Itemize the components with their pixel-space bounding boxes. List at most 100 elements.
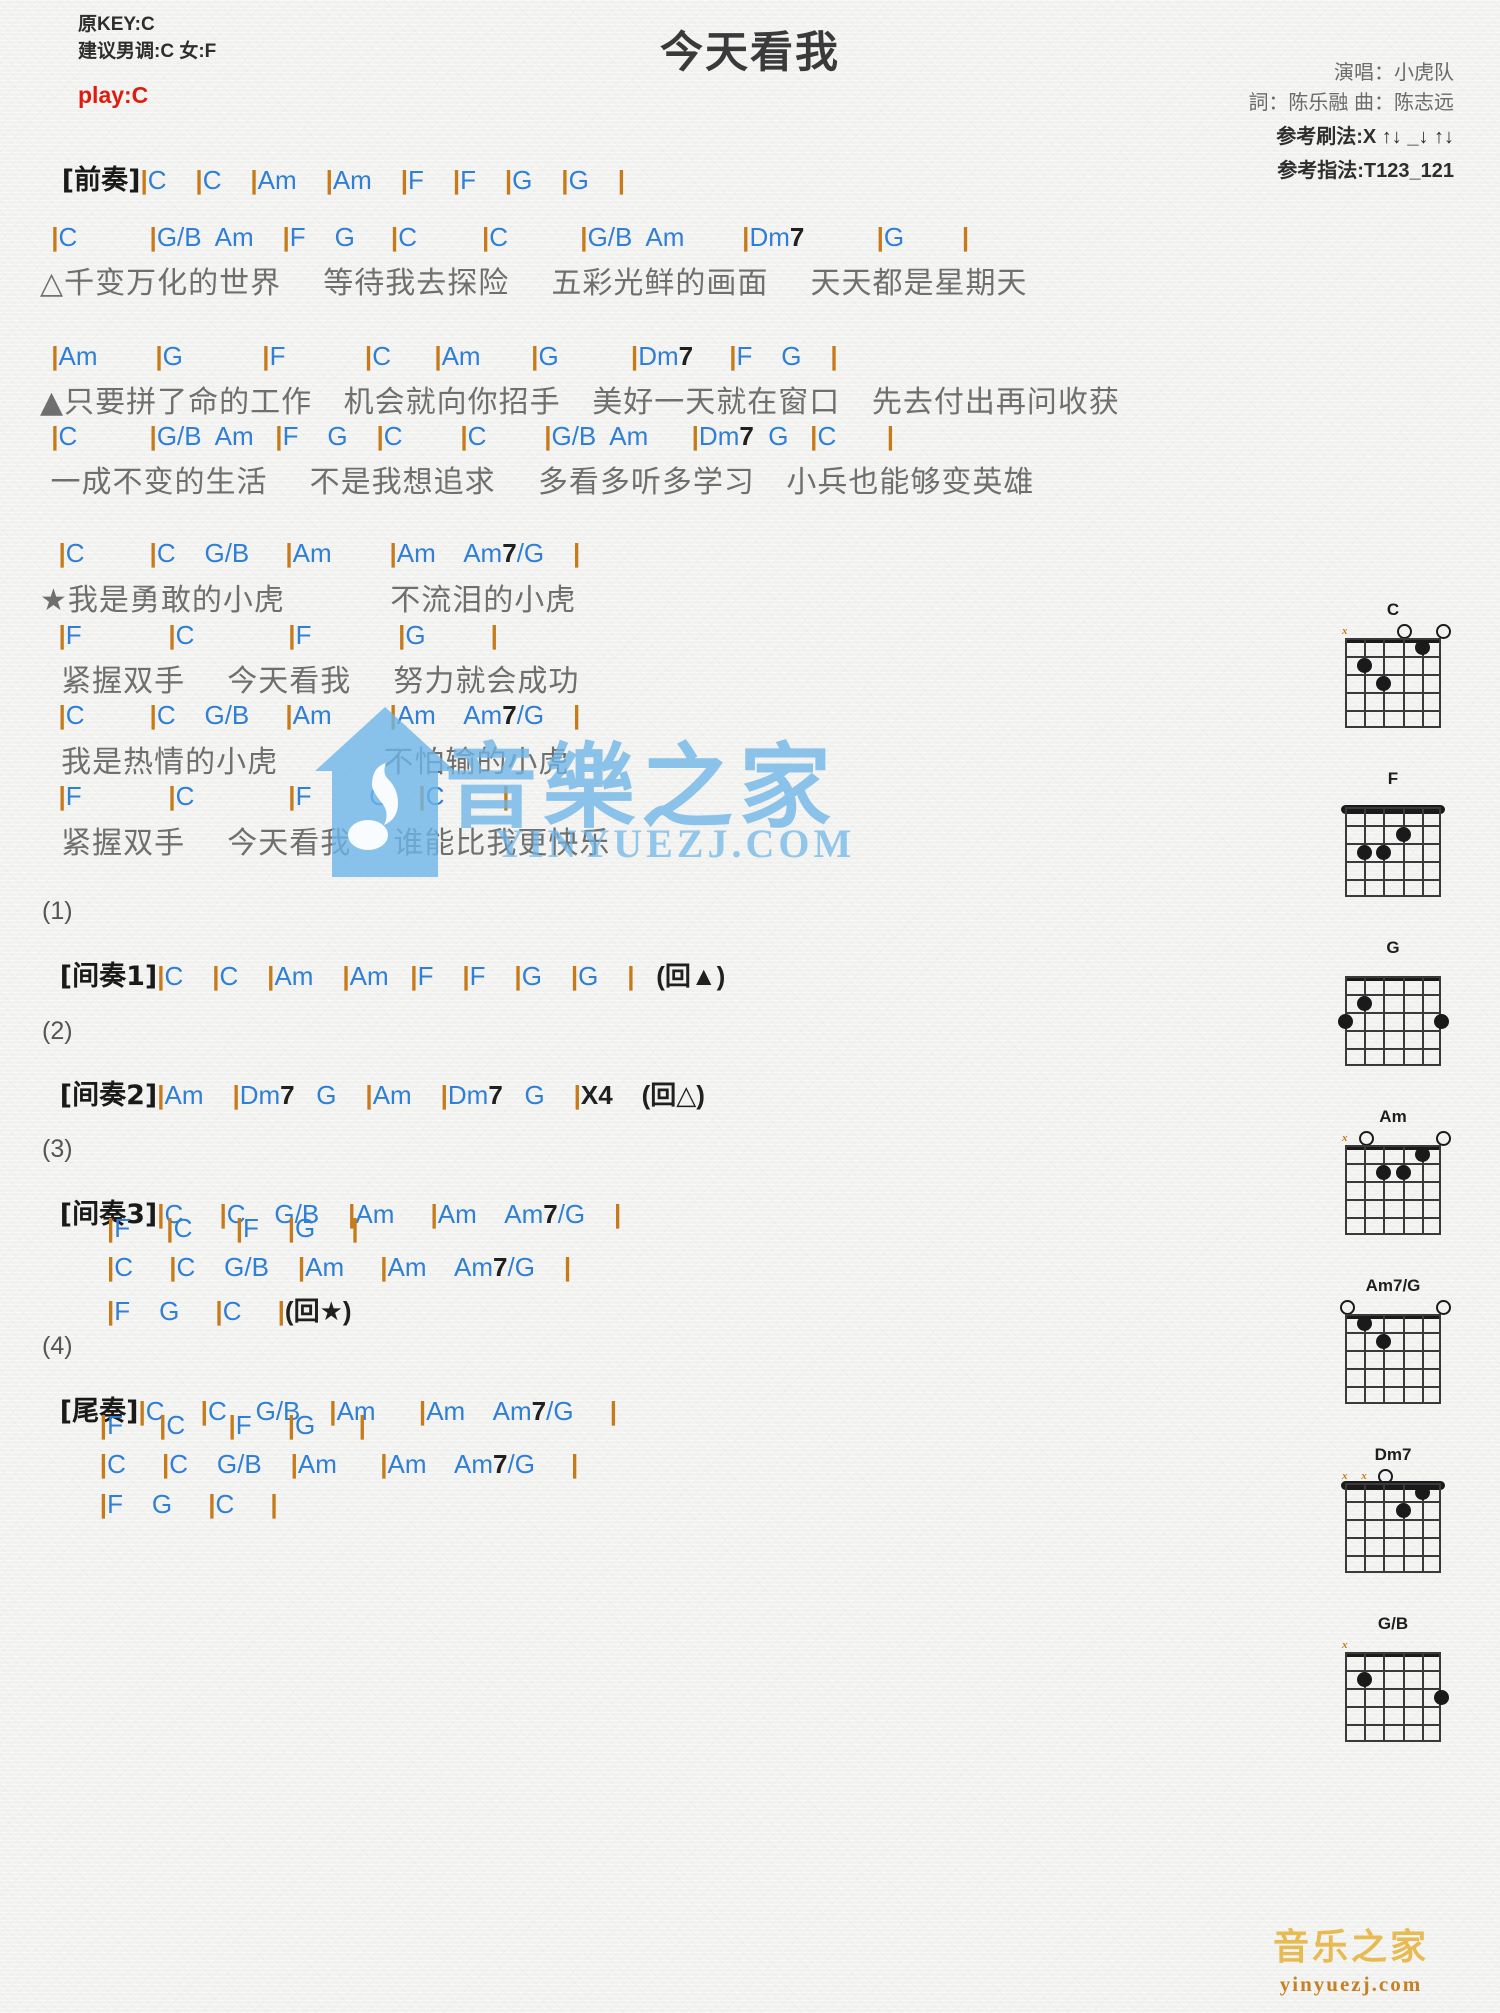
fretboard-fret — [1345, 710, 1441, 712]
interlude1-chord-line: |C |C |Am |Am |F |F |G |G | (回▲) — [157, 961, 726, 991]
fretboard-fret — [1345, 1368, 1441, 1370]
fretboard-fret — [1345, 807, 1441, 809]
finger-dot — [1395, 1503, 1411, 1518]
interlude3-chord-line-3: |C |C G/B |Am |Am Am7/G | — [107, 1252, 572, 1282]
fretboard-string — [1421, 1314, 1424, 1404]
fretboard-string — [1345, 1145, 1347, 1235]
chord-diagram-dm7: Dm7 x x — [1308, 1445, 1478, 1573]
interlude3-chord-line-2: |F |C |F |G | — [107, 1213, 359, 1243]
finger-dot — [1357, 996, 1373, 1011]
fretboard-fret — [1345, 861, 1441, 863]
fretboard-fret — [1345, 1048, 1441, 1050]
fretboard-fret — [1345, 1724, 1441, 1726]
verse2-chord-line-b: |C |G/B Am |F G |C |C |G/B Am |Dm7 G |C … — [51, 421, 895, 451]
fretboard-fret — [1345, 1350, 1441, 1352]
open-string-icon — [1435, 1131, 1451, 1146]
watermark-corner: 音乐之家 yinyuezj.com — [1236, 1918, 1466, 1997]
fretboard-string — [1364, 638, 1367, 728]
fretboard-string — [1383, 1483, 1386, 1573]
section-label-intro: [前奏] — [61, 165, 141, 196]
chord-fretboard — [1345, 1145, 1441, 1235]
fretboard-fret — [1345, 1501, 1441, 1503]
fretboard-string — [1439, 1314, 1441, 1404]
verse1-lyric-line-a: △千变万化的世界 等待我去探险 五彩光鲜的画面 天天都是星期天 — [40, 266, 1028, 301]
finger-dot — [1414, 640, 1430, 655]
fretboard-fret — [1345, 1064, 1441, 1066]
finger-dot — [1376, 1334, 1392, 1349]
intro-chord-line: |C |C |Am |Am |F |F |G |G | — [140, 165, 625, 195]
finger-dot — [1376, 1165, 1392, 1180]
chorus-lyric-line-d: 紧握双手 今天看我 谁能比我更快乐 — [40, 826, 611, 861]
strum-pattern-line: 参考刷法:X ↑↓ _↓ ↑↓ — [1276, 126, 1454, 148]
finger-dot — [1434, 1014, 1449, 1029]
finger-dot — [1395, 827, 1411, 842]
open-string-icon — [1358, 1131, 1374, 1146]
fretboard-fret — [1345, 726, 1441, 728]
play-key-line: play:C — [78, 81, 149, 108]
chord-diagram-name: Am7/G — [1365, 1276, 1421, 1295]
chord-diagram-f: F — [1308, 769, 1478, 897]
fretboard-fret — [1345, 1555, 1441, 1557]
fretboard-string — [1402, 1483, 1405, 1573]
finger-dot — [1338, 1014, 1353, 1029]
chorus-chord-line-b: |F |C |F |G | — [58, 620, 498, 650]
finger-dot — [1414, 1147, 1430, 1162]
fretboard-fret — [1345, 1181, 1441, 1183]
chord-diagram-g: G — [1308, 938, 1478, 1066]
fretboard-string — [1421, 1652, 1424, 1742]
chord-fretboard — [1338, 976, 1449, 1066]
open-string-icon — [1435, 624, 1451, 639]
chord-diagram-name: G/B — [1377, 1614, 1409, 1633]
fretboard-string — [1364, 1652, 1367, 1742]
fretboard-string — [1345, 1652, 1347, 1742]
fretboard-string — [1421, 807, 1424, 897]
fretboard-string — [1402, 1652, 1405, 1742]
fretboard-fret — [1345, 1199, 1441, 1201]
fretboard-fret — [1345, 1706, 1441, 1708]
outro-chord-line-3: |C |C G/B |Am |Am Am7/G | — [99, 1449, 579, 1479]
chord-open-muted-marks — [1339, 1300, 1451, 1315]
repeat-number-4: (4) — [42, 1332, 73, 1360]
fretboard-string — [1364, 1483, 1367, 1573]
fretboard-fret — [1345, 1163, 1441, 1165]
chord-diagram-name: Am — [1379, 1107, 1407, 1126]
fretboard-fret — [1345, 879, 1441, 881]
interlude2-chord-line: |Am |Dm7 G |Am |Dm7 G |X4 (回△) — [157, 1080, 705, 1110]
chord-diagram-name: F — [1387, 769, 1399, 788]
finger-dot — [1357, 658, 1373, 673]
fretboard-string — [1402, 976, 1405, 1066]
section-label-interlude1: [间奏1] — [59, 961, 158, 992]
fretboard-string — [1402, 1145, 1405, 1235]
chorus-chord-line-a: |C |C G/B |Am |Am Am7/G | — [58, 538, 581, 568]
fretboard-fret — [1345, 638, 1441, 640]
fretboard-fret — [1345, 1332, 1441, 1334]
fretboard-fret — [1345, 843, 1441, 845]
fretboard-fret — [1345, 1483, 1441, 1485]
singer-line: 演唱：小虎队 — [1334, 62, 1454, 84]
chord-open-muted-marks: x — [1342, 1638, 1441, 1652]
finger-dot — [1357, 1316, 1373, 1331]
credits-block: 演唱：小虎队 詞：陈乐融 曲：陈志远 参考刷法:X ↑↓ _↓ ↑↓ 参考指法:… — [1248, 58, 1454, 186]
fretboard-fret — [1345, 895, 1441, 897]
repeat-number-3: (3) — [42, 1135, 73, 1163]
fretboard-string — [1364, 976, 1367, 1066]
fretboard-fret — [1345, 1314, 1441, 1316]
fretboard-fret — [1345, 1217, 1441, 1219]
fretboard-string — [1439, 638, 1441, 728]
fretboard-fret — [1345, 1012, 1441, 1014]
chord-diagram-name: G — [1386, 938, 1400, 957]
finger-dot — [1357, 1672, 1373, 1687]
fretboard-string — [1345, 638, 1347, 728]
fretboard-string — [1383, 1314, 1386, 1404]
chord-fretboard — [1345, 1652, 1449, 1742]
chord-fretboard — [1345, 638, 1441, 728]
finger-dot — [1395, 1165, 1411, 1180]
chorus-lyric-line-a: ★我是勇敢的小虎 不流泪的小虎 — [40, 583, 577, 618]
fretboard-fret — [1345, 1652, 1441, 1654]
fretboard-string — [1421, 976, 1424, 1066]
fretboard-fret — [1345, 1030, 1441, 1032]
muted-string-icon: x — [1342, 625, 1348, 637]
section-label-interlude2: [间奏2] — [59, 1080, 158, 1111]
fretboard-string — [1402, 638, 1405, 728]
chord-open-muted-marks: x — [1342, 1131, 1451, 1146]
